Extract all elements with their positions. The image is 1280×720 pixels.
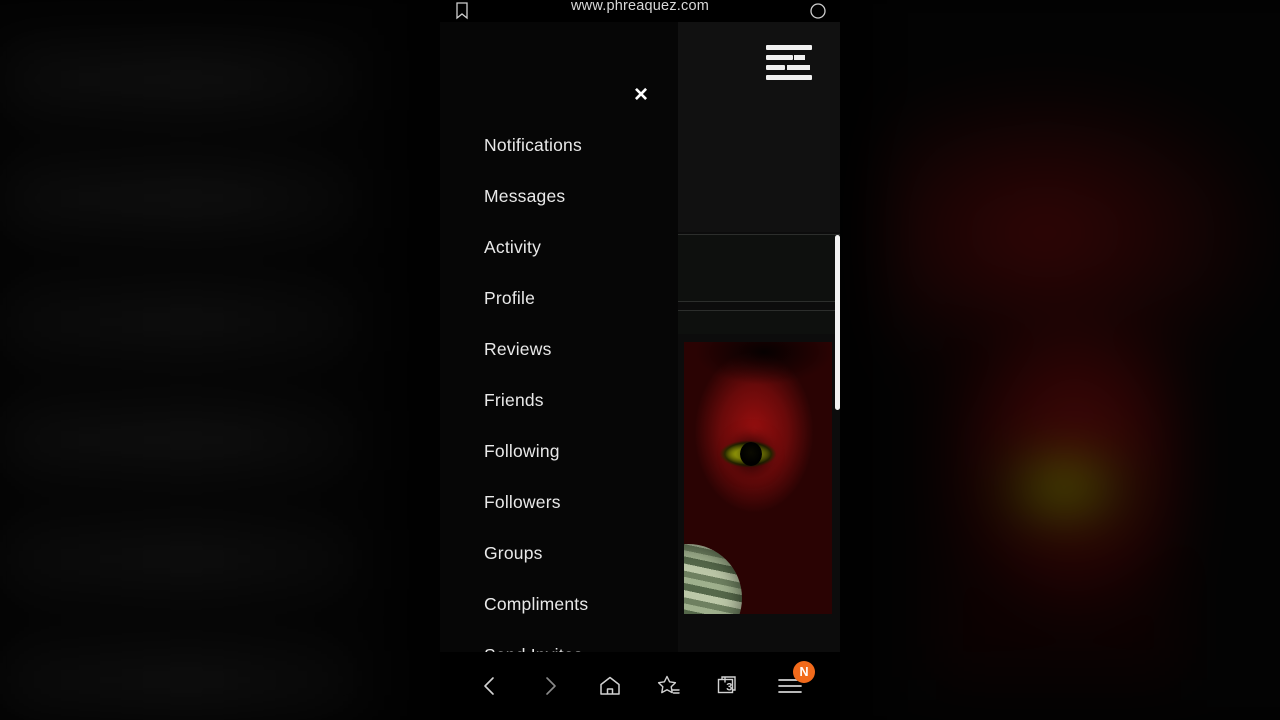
back-button[interactable] — [467, 663, 513, 709]
menu-item-compliments[interactable]: Compliments — [484, 579, 678, 630]
menu-item-reviews[interactable]: Reviews — [484, 324, 678, 375]
background-left — [0, 0, 407, 720]
menu-item-friends[interactable]: Friends — [484, 375, 678, 426]
close-icon[interactable]: × — [628, 82, 654, 108]
list-menu-icon[interactable] — [766, 42, 812, 82]
background-right — [873, 0, 1280, 720]
tabs-count: 3 — [726, 681, 733, 694]
menu-item-activity[interactable]: Activity — [484, 222, 678, 273]
bookmarks-star-button[interactable] — [647, 663, 693, 709]
menu-item-send-invites[interactable]: Send Invites — [484, 630, 678, 652]
browser-menu-button[interactable]: N — [767, 661, 815, 709]
menu-item-groups[interactable]: Groups — [484, 528, 678, 579]
hero-image — [684, 342, 832, 614]
menu-item-followers[interactable]: Followers — [484, 477, 678, 528]
bookmark-icon[interactable] — [440, 0, 484, 22]
avatar — [684, 544, 742, 614]
menu-item-profile[interactable]: Profile — [484, 273, 678, 324]
screen: www.phreaquez.com uez Service — [0, 0, 1280, 720]
browser-bottom-toolbar: 3 N — [440, 652, 840, 720]
forward-button[interactable] — [527, 663, 573, 709]
menu-item-following[interactable]: Following — [484, 426, 678, 477]
menu-notification-badge: N — [793, 661, 815, 683]
menu-item-messages[interactable]: Messages — [484, 171, 678, 222]
tabs-button[interactable]: 3 — [707, 663, 753, 709]
reload-icon[interactable] — [796, 0, 840, 22]
phone-viewport: www.phreaquez.com uez Service — [440, 0, 840, 720]
menu-item-notifications[interactable]: Notifications — [484, 120, 678, 171]
browser-url-bar[interactable]: www.phreaquez.com — [440, 0, 840, 22]
home-button[interactable] — [587, 663, 633, 709]
navigation-drawer: × Notifications Messages Activity Profil… — [440, 22, 678, 652]
page-scrollbar[interactable] — [835, 235, 840, 410]
drawer-menu-list: Notifications Messages Activity Profile … — [484, 120, 678, 652]
url-text[interactable]: www.phreaquez.com — [484, 0, 796, 13]
